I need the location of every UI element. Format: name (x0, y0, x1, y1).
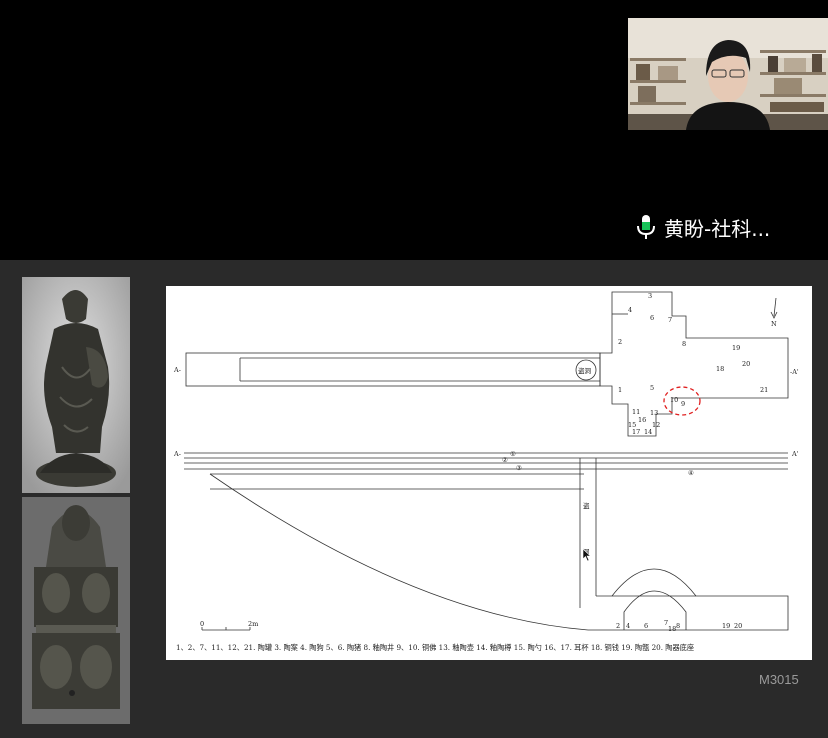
artifact-number: 14 (644, 428, 652, 436)
participant-video-frame (628, 18, 828, 130)
artifact-number: 7 (668, 316, 672, 324)
artifact-number: 18 (716, 365, 724, 373)
artifact-number: 5 (650, 384, 654, 392)
niche-label: 盗洞 (578, 366, 592, 375)
artifact-number: 2 (618, 338, 622, 346)
buddha-statue-photo (22, 277, 130, 493)
active-speaker-label: 黄盼-社科... (636, 210, 770, 244)
scale-zero: 0 (200, 620, 204, 628)
fill-label: ③ (516, 464, 522, 472)
section-number: 6 (644, 622, 648, 630)
artifact-number: 6 (650, 314, 654, 322)
section-a-right: -A' (790, 368, 799, 376)
artifact-number: 17 (632, 428, 640, 436)
artifact-number: 10 (670, 396, 678, 404)
section-number: 20 (734, 622, 742, 630)
artifact-number: 11 (632, 408, 640, 416)
buddha-relief-photo (22, 497, 130, 724)
fill-label: ① (510, 450, 516, 458)
scale-end: 2m (248, 620, 258, 628)
artifact-number: 9 (681, 400, 685, 408)
section-number: 8 (676, 622, 680, 630)
artifact-number: 21 (760, 386, 768, 394)
artifact-number: 3 (648, 292, 652, 300)
section-a2-left: A- (173, 450, 181, 458)
slide-code: M3015 (759, 672, 799, 687)
speaker-name: 黄盼-社科... (664, 216, 771, 241)
section-a-left: A- (173, 366, 181, 374)
microphone-icon (637, 215, 655, 239)
fill-label: ② (502, 456, 508, 464)
artifact-number: 1 (618, 386, 622, 394)
plan-and-section: 盗洞 A- -A' A- A' N 盗 洞 0 2m ① ② ③ ④ 3 4 6… (173, 291, 799, 652)
shaft-top-label: 盗 (583, 501, 590, 510)
figure-caption: 1、2、7、11、12、21. 陶罐 3. 陶案 4. 陶狗 5、6. 陶猪 8… (176, 643, 694, 652)
north-label: N (771, 320, 777, 328)
artifact-number: 12 (652, 421, 660, 429)
participant-video[interactable] (628, 18, 828, 130)
artifact-number: 19 (732, 344, 740, 352)
section-number: 18 (668, 625, 676, 633)
artifact-number: 4 (628, 306, 632, 314)
fill-label: ④ (688, 469, 694, 477)
tomb-plan-drawing: 盗洞 A- -A' A- A' N 盗 洞 0 2m ① ② ③ ④ 3 4 6… (166, 286, 812, 660)
section-a2-right: A' (791, 450, 799, 458)
section-number: 2 (616, 622, 620, 630)
artifact-number: 13 (650, 409, 658, 417)
artifact-number: 8 (682, 340, 686, 348)
mouse-cursor-icon (582, 548, 592, 562)
artifact-number: 20 (742, 360, 750, 368)
artifact-number: 16 (638, 416, 646, 424)
section-number: 19 (722, 622, 730, 630)
section-number: 4 (626, 622, 630, 630)
